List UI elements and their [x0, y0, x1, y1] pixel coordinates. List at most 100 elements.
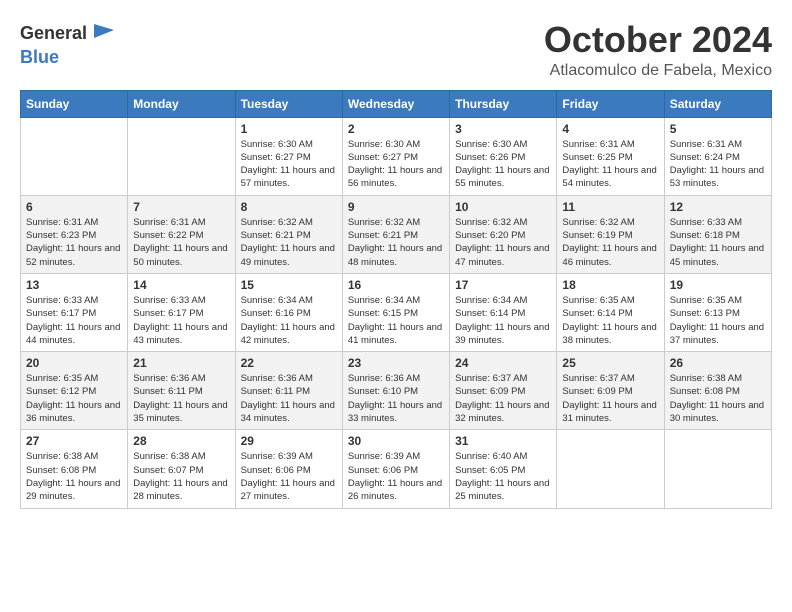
- day-number: 31: [455, 434, 551, 448]
- calendar-cell: 1 Sunrise: 6:30 AM Sunset: 6:27 PM Daylig…: [235, 117, 342, 195]
- day-number: 18: [562, 278, 658, 292]
- logo: General Blue: [20, 20, 118, 68]
- day-info: Sunrise: 6:35 AM Sunset: 6:12 PM Dayligh…: [26, 372, 122, 425]
- calendar-cell: 21Sunrise: 6:36 AM Sunset: 6:11 PM Dayli…: [128, 352, 235, 430]
- day-info: Sunrise: 6:32 AM Sunset: 6:21 PM Dayligh…: [241, 216, 337, 269]
- subtitle: Atlacomulco de Fabela, Mexico: [544, 62, 772, 80]
- calendar-cell: 27Sunrise: 6:38 AM Sunset: 6:08 PM Dayli…: [21, 430, 128, 508]
- day-info: Sunrise: 6:32 AM Sunset: 6:20 PM Dayligh…: [455, 216, 551, 269]
- day-info: Sunrise: 6:38 AM Sunset: 6:08 PM Dayligh…: [26, 450, 122, 503]
- weekday-header: Thursday: [450, 90, 557, 117]
- calendar-cell: 11Sunrise: 6:32 AM Sunset: 6:19 PM Dayli…: [557, 195, 664, 273]
- day-info: Sunrise: 6:32 AM Sunset: 6:21 PM Dayligh…: [348, 216, 444, 269]
- day-info: Sunrise: 6:37 AM Sunset: 6:09 PM Dayligh…: [455, 372, 551, 425]
- calendar-cell: 19Sunrise: 6:35 AM Sunset: 6:13 PM Dayli…: [664, 273, 771, 351]
- calendar-cell: 31 Sunrise: 6:40 AM Sunset: 6:05 PM Dayli…: [450, 430, 557, 508]
- day-number: 7: [133, 200, 229, 214]
- logo-blue-text: Blue: [20, 48, 59, 68]
- day-number: 2: [348, 122, 444, 136]
- calendar-week-row: 1 Sunrise: 6:30 AM Sunset: 6:27 PM Daylig…: [21, 117, 772, 195]
- calendar-cell: 8 Sunrise: 6:32 AM Sunset: 6:21 PM Daylig…: [235, 195, 342, 273]
- calendar-cell: 24 Sunrise: 6:37 AM Sunset: 6:09 PM Dayli…: [450, 352, 557, 430]
- calendar-table: SundayMondayTuesdayWednesdayThursdayFrid…: [20, 90, 772, 509]
- calendar-cell: 5 Sunrise: 6:31 AM Sunset: 6:24 PM Daylig…: [664, 117, 771, 195]
- calendar-cell: 3 Sunrise: 6:30 AM Sunset: 6:26 PM Daylig…: [450, 117, 557, 195]
- day-info: Sunrise: 6:30 AM Sunset: 6:26 PM Dayligh…: [455, 138, 551, 191]
- calendar-cell: 13 Sunrise: 6:33 AM Sunset: 6:17 PM Dayli…: [21, 273, 128, 351]
- day-number: 4: [562, 122, 658, 136]
- day-number: 16: [348, 278, 444, 292]
- main-title: October 2024: [544, 20, 772, 60]
- calendar-cell: 18 Sunrise: 6:35 AM Sunset: 6:14 PM Dayli…: [557, 273, 664, 351]
- calendar-cell: 10Sunrise: 6:32 AM Sunset: 6:20 PM Dayli…: [450, 195, 557, 273]
- day-info: Sunrise: 6:36 AM Sunset: 6:11 PM Dayligh…: [133, 372, 229, 425]
- day-number: 6: [26, 200, 122, 214]
- calendar-cell: 12 Sunrise: 6:33 AM Sunset: 6:18 PM Dayli…: [664, 195, 771, 273]
- calendar-cell: 28Sunrise: 6:38 AM Sunset: 6:07 PM Dayli…: [128, 430, 235, 508]
- day-info: Sunrise: 6:33 AM Sunset: 6:17 PM Dayligh…: [26, 294, 122, 347]
- calendar-cell: 4 Sunrise: 6:31 AM Sunset: 6:25 PM Daylig…: [557, 117, 664, 195]
- page: General Blue October 2024 Atlacomulco de…: [0, 0, 792, 612]
- weekday-header: Monday: [128, 90, 235, 117]
- day-number: 28: [133, 434, 229, 448]
- day-number: 19: [670, 278, 766, 292]
- day-number: 14: [133, 278, 229, 292]
- calendar-cell: 25Sunrise: 6:37 AM Sunset: 6:09 PM Dayli…: [557, 352, 664, 430]
- calendar-week-row: 27Sunrise: 6:38 AM Sunset: 6:08 PM Dayli…: [21, 430, 772, 508]
- calendar-cell: 20 Sunrise: 6:35 AM Sunset: 6:12 PM Dayli…: [21, 352, 128, 430]
- day-number: 29: [241, 434, 337, 448]
- day-info: Sunrise: 6:34 AM Sunset: 6:16 PM Dayligh…: [241, 294, 337, 347]
- calendar-cell: [21, 117, 128, 195]
- day-number: 5: [670, 122, 766, 136]
- weekday-header: Friday: [557, 90, 664, 117]
- calendar-cell: [557, 430, 664, 508]
- calendar-cell: [664, 430, 771, 508]
- day-number: 22: [241, 356, 337, 370]
- calendar-cell: [128, 117, 235, 195]
- day-number: 3: [455, 122, 551, 136]
- calendar-week-row: 13 Sunrise: 6:33 AM Sunset: 6:17 PM Dayli…: [21, 273, 772, 351]
- day-info: Sunrise: 6:35 AM Sunset: 6:14 PM Dayligh…: [562, 294, 658, 347]
- calendar-cell: 30 Sunrise: 6:39 AM Sunset: 6:06 PM Dayli…: [342, 430, 449, 508]
- calendar-cell: 26Sunrise: 6:38 AM Sunset: 6:08 PM Dayli…: [664, 352, 771, 430]
- calendar-cell: 7Sunrise: 6:31 AM Sunset: 6:22 PM Daylig…: [128, 195, 235, 273]
- calendar-cell: 16 Sunrise: 6:34 AM Sunset: 6:15 PM Dayli…: [342, 273, 449, 351]
- day-info: Sunrise: 6:30 AM Sunset: 6:27 PM Dayligh…: [241, 138, 337, 191]
- day-info: Sunrise: 6:37 AM Sunset: 6:09 PM Dayligh…: [562, 372, 658, 425]
- calendar-week-row: 20 Sunrise: 6:35 AM Sunset: 6:12 PM Dayli…: [21, 352, 772, 430]
- day-number: 20: [26, 356, 122, 370]
- day-info: Sunrise: 6:33 AM Sunset: 6:17 PM Dayligh…: [133, 294, 229, 347]
- day-info: Sunrise: 6:39 AM Sunset: 6:06 PM Dayligh…: [241, 450, 337, 503]
- calendar-cell: 6 Sunrise: 6:31 AM Sunset: 6:23 PM Daylig…: [21, 195, 128, 273]
- calendar-cell: 9 Sunrise: 6:32 AM Sunset: 6:21 PM Daylig…: [342, 195, 449, 273]
- day-number: 30: [348, 434, 444, 448]
- day-info: Sunrise: 6:34 AM Sunset: 6:14 PM Dayligh…: [455, 294, 551, 347]
- weekday-header: Sunday: [21, 90, 128, 117]
- day-number: 15: [241, 278, 337, 292]
- day-number: 9: [348, 200, 444, 214]
- day-info: Sunrise: 6:31 AM Sunset: 6:23 PM Dayligh…: [26, 216, 122, 269]
- day-info: Sunrise: 6:31 AM Sunset: 6:24 PM Dayligh…: [670, 138, 766, 191]
- day-info: Sunrise: 6:33 AM Sunset: 6:18 PM Dayligh…: [670, 216, 766, 269]
- day-info: Sunrise: 6:39 AM Sunset: 6:06 PM Dayligh…: [348, 450, 444, 503]
- day-info: Sunrise: 6:34 AM Sunset: 6:15 PM Dayligh…: [348, 294, 444, 347]
- header-row: SundayMondayTuesdayWednesdayThursdayFrid…: [21, 90, 772, 117]
- day-info: Sunrise: 6:31 AM Sunset: 6:25 PM Dayligh…: [562, 138, 658, 191]
- weekday-header: Wednesday: [342, 90, 449, 117]
- day-number: 24: [455, 356, 551, 370]
- weekday-header: Tuesday: [235, 90, 342, 117]
- weekday-header: Saturday: [664, 90, 771, 117]
- day-number: 12: [670, 200, 766, 214]
- calendar-cell: 17Sunrise: 6:34 AM Sunset: 6:14 PM Dayli…: [450, 273, 557, 351]
- day-info: Sunrise: 6:40 AM Sunset: 6:05 PM Dayligh…: [455, 450, 551, 503]
- day-info: Sunrise: 6:36 AM Sunset: 6:10 PM Dayligh…: [348, 372, 444, 425]
- day-number: 13: [26, 278, 122, 292]
- day-number: 8: [241, 200, 337, 214]
- calendar-cell: 15 Sunrise: 6:34 AM Sunset: 6:16 PM Dayli…: [235, 273, 342, 351]
- logo-text: General: [20, 24, 87, 44]
- day-number: 1: [241, 122, 337, 136]
- calendar-cell: 29 Sunrise: 6:39 AM Sunset: 6:06 PM Dayli…: [235, 430, 342, 508]
- day-number: 26: [670, 356, 766, 370]
- calendar-cell: 14 Sunrise: 6:33 AM Sunset: 6:17 PM Dayli…: [128, 273, 235, 351]
- day-info: Sunrise: 6:32 AM Sunset: 6:19 PM Dayligh…: [562, 216, 658, 269]
